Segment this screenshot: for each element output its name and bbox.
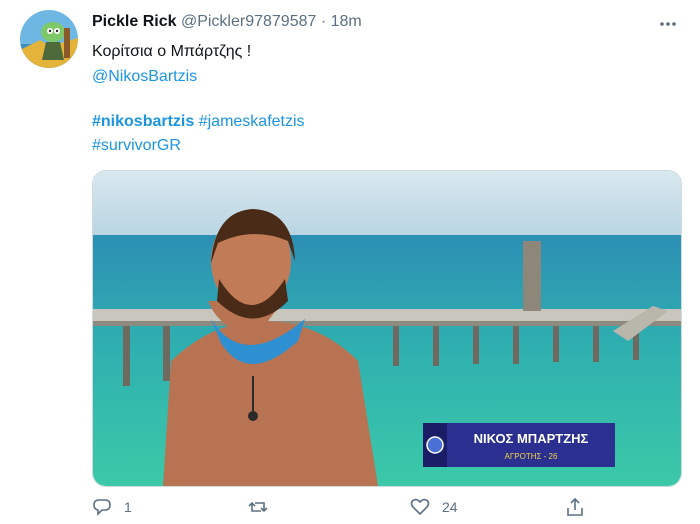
- hashtag-link[interactable]: #nikosbartzis: [92, 113, 194, 130]
- like-count: 24: [442, 499, 458, 515]
- caption-subtitle: ΑΓΡΟΤΗΣ - 26: [505, 452, 558, 461]
- hashtag-link[interactable]: #survivorGR: [92, 137, 181, 155]
- tweet-image[interactable]: ΝΙΚΟΣ ΜΠΑΡΤΖΗΣ ΑΓΡΟΤΗΣ - 26: [92, 170, 682, 487]
- avatar[interactable]: [20, 10, 78, 68]
- mention-link[interactable]: @NikosBartzis: [92, 68, 197, 86]
- retweet-button[interactable]: [248, 497, 280, 517]
- display-name[interactable]: Pickle Rick: [92, 13, 177, 30]
- tweet-header: Pickle Rick @Pickler97879587 · 18m: [92, 13, 362, 31]
- share-icon: [567, 497, 583, 516]
- reply-icon: [93, 499, 111, 516]
- more-horizontal-icon[interactable]: [658, 14, 678, 39]
- caption-name: ΝΙΚΟΣ ΜΠΑΡΤΖΗΣ: [474, 431, 589, 446]
- user-handle[interactable]: @Pickler97879587: [181, 13, 316, 30]
- tweet-actions: 1 24: [0, 497, 700, 523]
- like-button[interactable]: 24: [410, 497, 458, 517]
- share-button[interactable]: [565, 497, 585, 517]
- hashtag-link[interactable]: #jameskafetzis: [199, 113, 305, 130]
- separator-dot: ·: [320, 13, 327, 30]
- timestamp[interactable]: 18m: [331, 13, 362, 30]
- reply-count: 1: [124, 499, 132, 515]
- reply-button[interactable]: 1: [92, 497, 132, 517]
- hashtag-line: #nikosbartzis #jameskafetzis: [92, 113, 305, 131]
- tweet-text: Κορίτσια ο Μπάρτζης !: [92, 43, 252, 60]
- retweet-icon: [248, 501, 268, 513]
- heart-icon: [410, 498, 430, 516]
